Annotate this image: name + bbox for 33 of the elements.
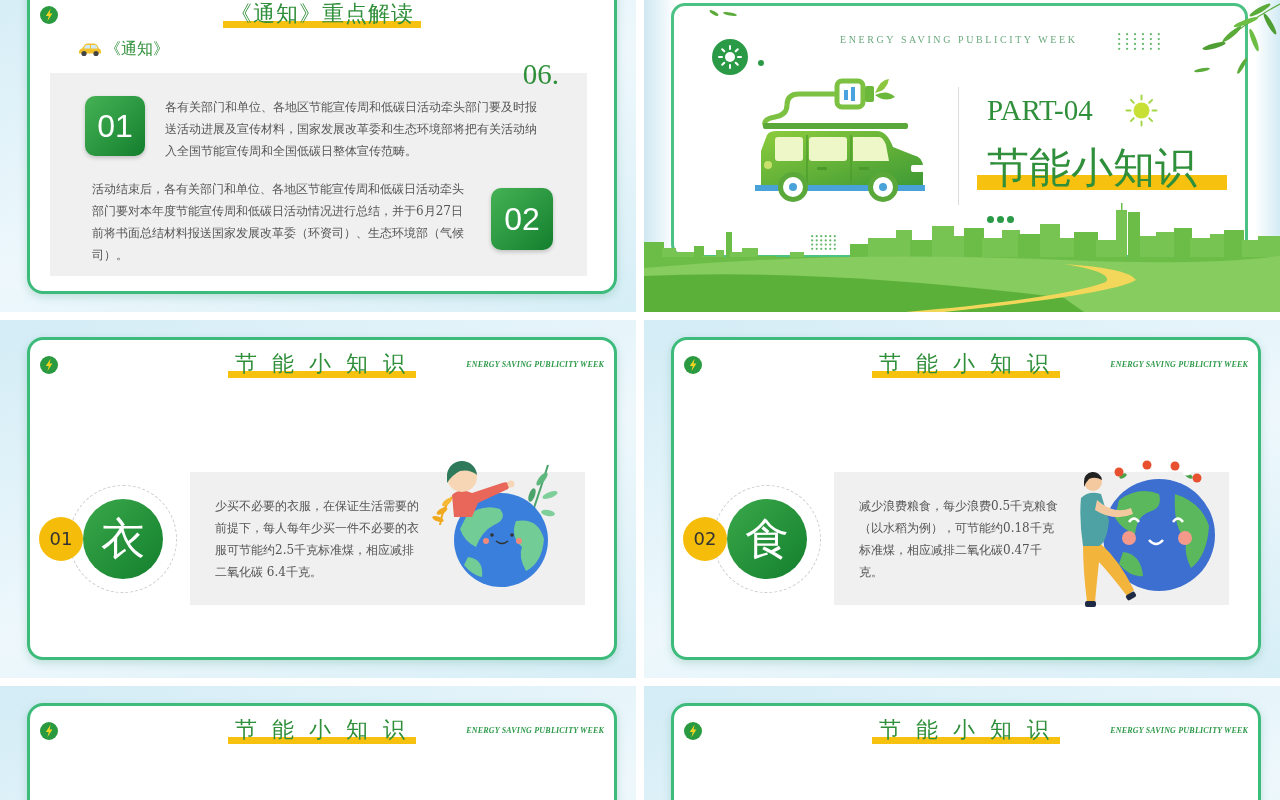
lightning-icon	[684, 722, 702, 740]
sun-icon	[712, 39, 748, 75]
section-number: 06.	[522, 60, 559, 89]
section-title: 节 能 小 知 识	[228, 352, 416, 378]
tip-text: 减少浪费粮食，每少浪费0.5千克粮食（以水稻为例），可节能约0.18千克标准煤，相应减排二氧化碳0.47千克。	[859, 497, 1060, 581]
tagline: ENERGY SAVING PUBLICITY WEEK	[1110, 360, 1248, 370]
notice-paragraph: 活动结束后，各有关部门和单位、各地区节能宣传周和低碳日活动牵头部门要对本年度节能宣传周和低碳日活动情况进行总结，并于6月27日前将书面总结材料报送国家发展改革委（环资司）、生态环境部（气候司）。	[92, 181, 464, 264]
notice-paragraph: 各有关部门和单位、各地区节能宣传周和低碳日活动牵头部门要及时报送活动进展及宣传材料，国家发展改革委和生态环境部将把有关活动纳入全国节能宣传周和全国低碳日整体宣传范畴。	[165, 99, 538, 160]
sun-icon	[1124, 94, 1158, 127]
number-badge: 02	[683, 516, 727, 561]
number-tile: 01	[85, 96, 145, 156]
tagline: ENERGY SAVING PUBLICITY WEEK	[466, 726, 604, 736]
notice-heading: 《通知》	[105, 38, 169, 60]
section-title: 节 能 小 知 识	[872, 718, 1060, 744]
dot-pattern-icon	[1117, 33, 1160, 50]
number-badge: 01	[39, 516, 83, 561]
section-title: 《通知》重点解读	[223, 2, 421, 28]
number-tile: 02	[491, 188, 553, 250]
lightning-icon	[40, 722, 58, 740]
lightning-icon	[684, 356, 702, 374]
car-icon	[78, 41, 102, 57]
dot-icon	[758, 60, 764, 66]
lightning-icon	[40, 356, 58, 374]
dot-pattern-icon	[811, 235, 836, 250]
tagline: ENERGY SAVING PUBLICITY WEEK	[840, 33, 1078, 47]
part-label: PART-04	[987, 94, 1093, 127]
lightning-icon	[40, 6, 58, 24]
tagline: ENERGY SAVING PUBLICITY WEEK	[466, 360, 604, 370]
tagline: ENERGY SAVING PUBLICITY WEEK	[1110, 726, 1248, 736]
tip-text: 少买不必要的衣服，在保证生活需要的前提下，每人每年少买一件不必要的衣服可节能约2.5千克标准煤，相应减排二氧化碳 6.4千克。	[215, 497, 420, 581]
section-title: 节 能 小 知 识	[228, 718, 416, 744]
dots-icon	[987, 216, 1014, 223]
section-title: 节 能 小 知 识	[872, 352, 1060, 378]
